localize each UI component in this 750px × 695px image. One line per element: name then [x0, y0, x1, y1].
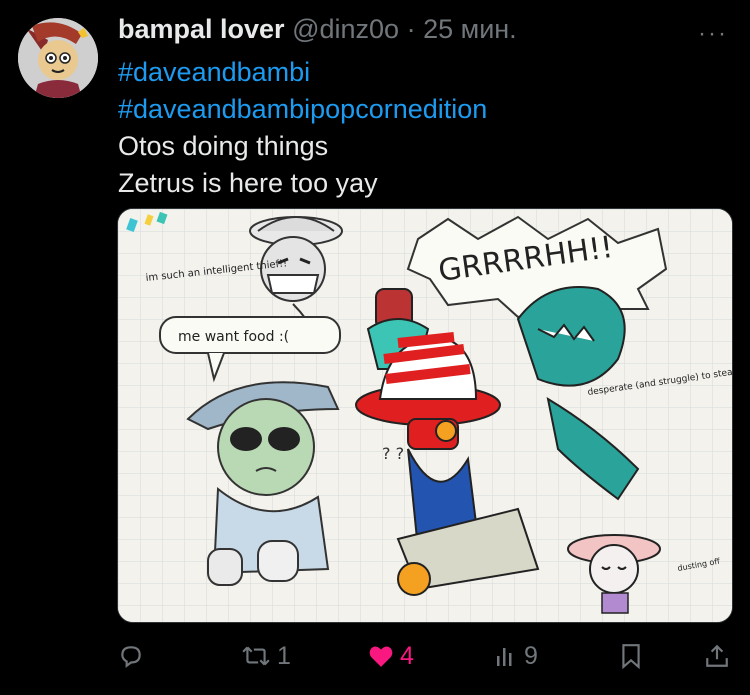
post-line: Otos doing things: [118, 131, 329, 161]
author-name[interactable]: bampal lover: [118, 14, 285, 44]
repost-count: 1: [277, 641, 291, 670]
share-icon: [706, 644, 728, 667]
post-text: #daveandbambi #daveandbambipopcorneditio…: [118, 54, 487, 202]
post-header: bampal lover @dinz0o · 25 мин.: [118, 14, 517, 45]
share-button[interactable]: [704, 638, 730, 674]
bubble-left-text: me want food :(: [178, 329, 289, 345]
repost-button[interactable]: 1: [241, 638, 291, 674]
separator: ·: [406, 14, 416, 44]
reply-button[interactable]: [118, 638, 150, 674]
post-line: Zetrus is here too yay: [118, 168, 378, 198]
post-time[interactable]: 25 мин.: [423, 14, 517, 44]
repost-icon: [242, 646, 270, 666]
hashtag-link[interactable]: #daveandbambi: [118, 54, 487, 91]
reply-icon: [121, 646, 141, 668]
bookmark-button[interactable]: [620, 638, 642, 674]
avatar-image: [18, 18, 98, 98]
views-count: 9: [524, 641, 538, 670]
svg-text:? ?: ? ?: [382, 444, 404, 463]
author-handle[interactable]: @dinz0o: [292, 14, 399, 44]
avatar[interactable]: [18, 18, 98, 98]
like-count: 4: [400, 641, 414, 670]
hashtag-link[interactable]: #daveandbambipopcornedition: [118, 91, 487, 128]
heart-icon: [369, 646, 393, 667]
more-icon[interactable]: ···: [698, 20, 728, 48]
bookmark-icon: [622, 644, 640, 669]
drawing-illustration: im such an intelligent thief!! me want f…: [118, 209, 732, 622]
like-button[interactable]: 4: [368, 638, 414, 674]
post-image[interactable]: im such an intelligent thief!! me want f…: [117, 208, 733, 623]
views-icon: [497, 648, 512, 666]
views-button[interactable]: 9: [494, 638, 538, 674]
action-bar: 1 4 9: [0, 638, 750, 674]
